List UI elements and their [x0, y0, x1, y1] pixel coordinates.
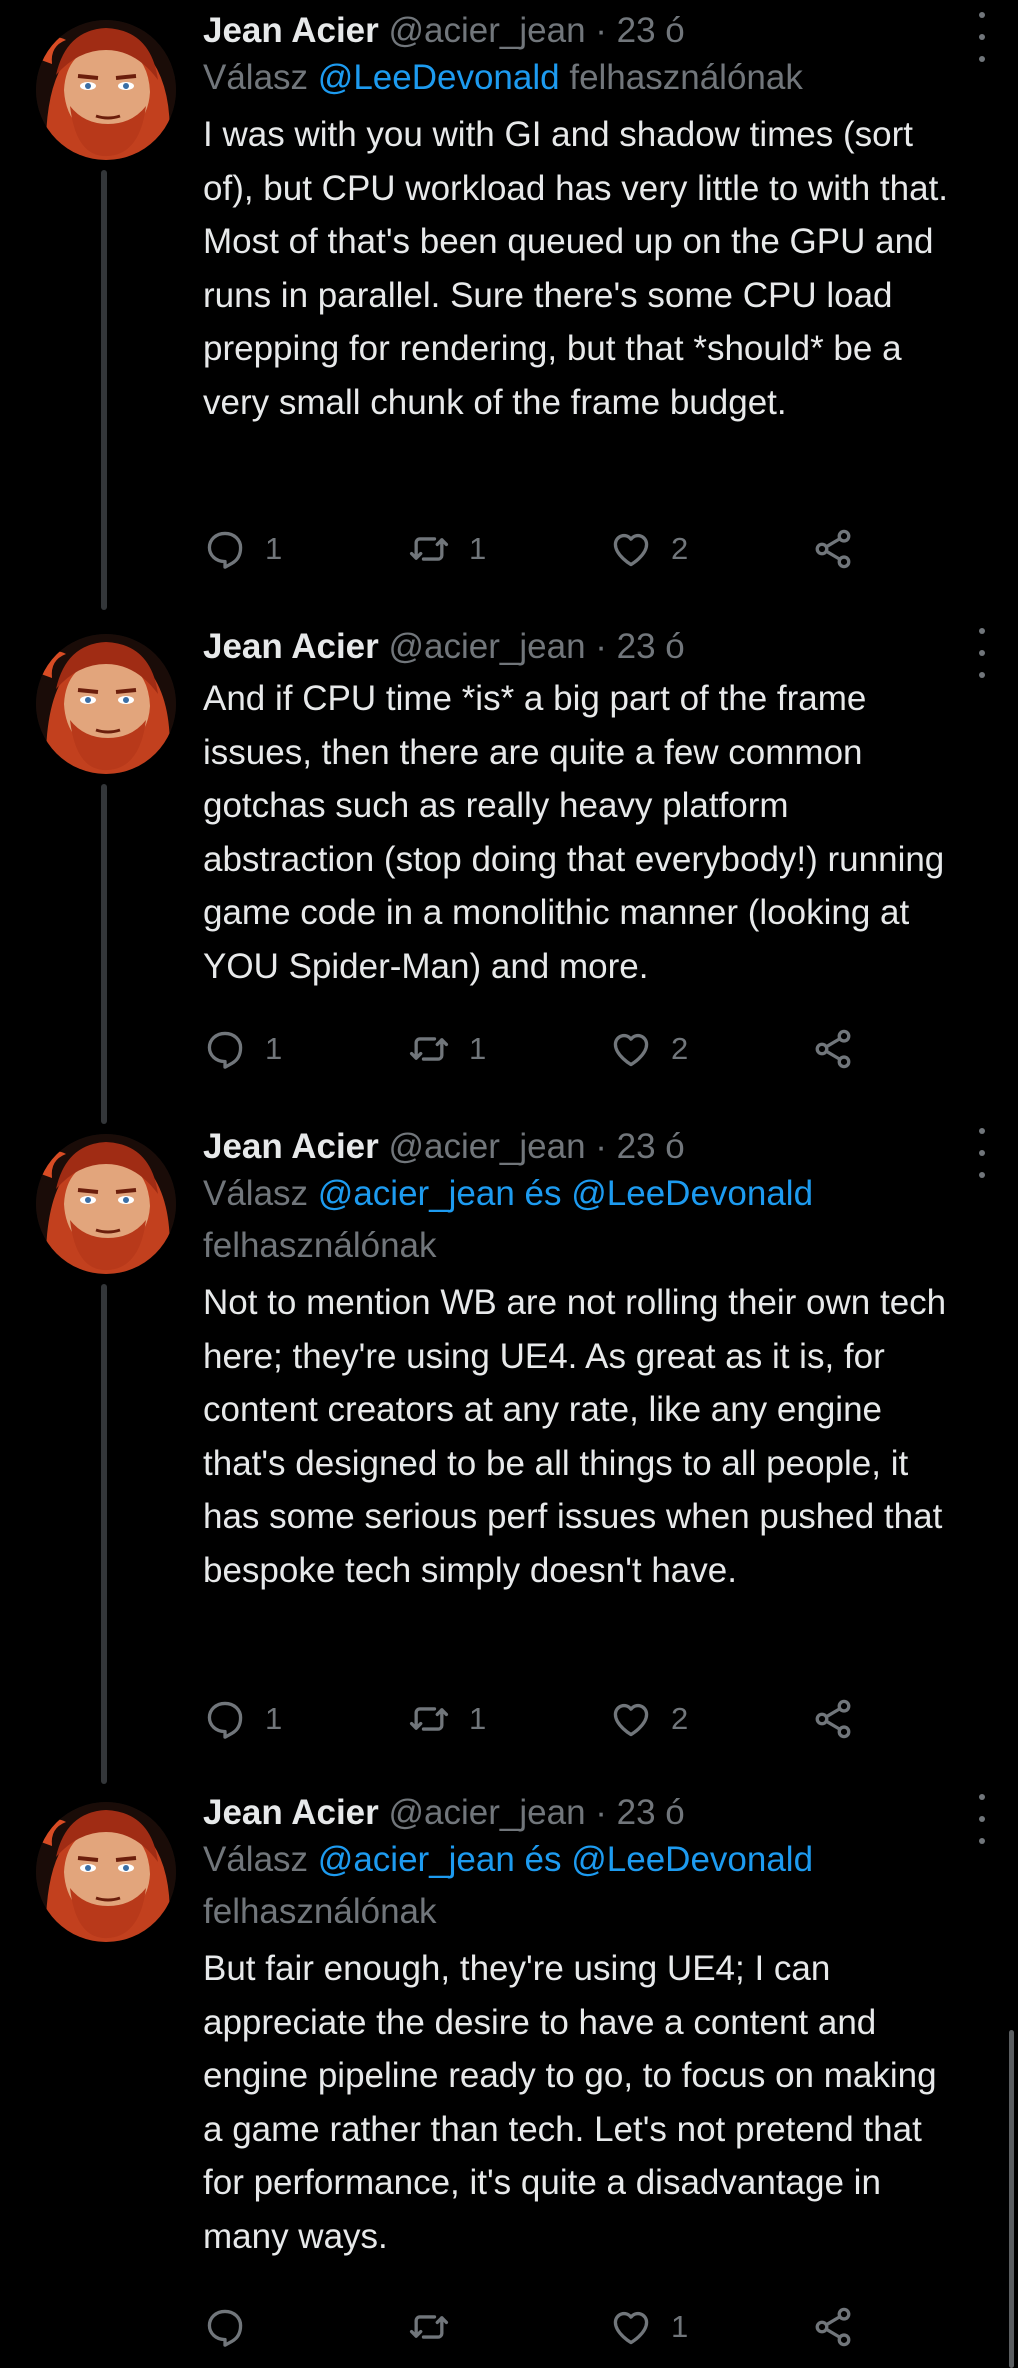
thread-line [101, 1284, 107, 1784]
tweet-text: And if CPU time *is* a big part of the f… [203, 679, 945, 986]
retweet-button[interactable] [407, 2302, 469, 2352]
scrollbar[interactable] [1009, 2030, 1014, 2368]
like-icon [609, 527, 653, 571]
share-button[interactable] [811, 1024, 855, 1074]
share-icon [811, 1027, 855, 1071]
timestamp[interactable]: 23 ó [617, 627, 685, 666]
like-button[interactable]: 1 [609, 2302, 688, 2352]
like-count: 2 [671, 531, 689, 566]
share-button[interactable] [811, 1694, 855, 1744]
reply-button[interactable]: 1 [203, 524, 282, 574]
reply-context: Válasz @acier_jean és @LeeDevonald felha… [203, 1168, 962, 1272]
avatar[interactable] [36, 634, 176, 774]
author-name[interactable]: Jean Acier [203, 11, 379, 50]
like-count: 1 [671, 2309, 689, 2344]
reply-mentions[interactable]: @acier_jean és @LeeDevonald [318, 1840, 813, 1879]
reply-mentions[interactable]: @acier_jean és @LeeDevonald [318, 1174, 813, 1213]
reply-count: 1 [265, 531, 283, 566]
reply-mentions[interactable]: @LeeDevonald [318, 58, 560, 97]
reply-prefix: Válasz [203, 1840, 309, 1879]
retweet-icon [407, 2305, 451, 2349]
reply-count: 1 [265, 1701, 283, 1736]
reply-icon [203, 1697, 247, 1741]
reply-context: Válasz @LeeDevonald felhasználónak [203, 52, 962, 104]
retweet-button[interactable]: 1 [407, 524, 486, 574]
more-icon[interactable] [970, 1794, 994, 1844]
tweet[interactable]: Jean Acier @acier_jean · 23 ó Válasz @Le… [0, 0, 1018, 610]
reply-icon [203, 2305, 247, 2349]
reply-count: 1 [265, 1031, 283, 1066]
reply-suffix: felhasználónak [203, 1226, 437, 1265]
like-button[interactable]: 2 [609, 1024, 688, 1074]
thread-line [101, 784, 107, 1124]
author-name[interactable]: Jean Acier [203, 1793, 379, 1832]
more-icon[interactable] [970, 12, 994, 62]
tweet-actions: 1 1 2 [203, 1694, 903, 1744]
timestamp[interactable]: 23 ó [617, 11, 685, 50]
like-icon [609, 2305, 653, 2349]
tweet-header: Jean Acier @acier_jean · 23 ó [203, 10, 962, 52]
more-icon[interactable] [970, 1128, 994, 1178]
reply-suffix: felhasználónak [569, 58, 803, 97]
tweet-header: Jean Acier @acier_jean · 23 ó [203, 1792, 962, 1834]
author-name[interactable]: Jean Acier [203, 627, 379, 666]
tweet-actions: 1 1 2 [203, 1024, 903, 1074]
share-button[interactable] [811, 2302, 855, 2352]
reply-button[interactable]: 1 [203, 1694, 282, 1744]
retweet-count: 1 [469, 531, 487, 566]
reply-suffix: felhasználónak [203, 1892, 437, 1931]
reply-icon [203, 1027, 247, 1071]
more-icon[interactable] [970, 628, 994, 678]
separator-dot: · [595, 1127, 607, 1166]
author-handle[interactable]: @acier_jean [389, 627, 586, 666]
tweet[interactable]: Jean Acier @acier_jean · 23 ó Válasz @ac… [0, 1114, 1018, 1784]
share-icon [811, 527, 855, 571]
retweet-icon [407, 1027, 451, 1071]
avatar[interactable] [36, 20, 176, 160]
reply-context: Válasz @acier_jean és @LeeDevonald felha… [203, 1834, 962, 1938]
like-button[interactable]: 2 [609, 524, 688, 574]
tweet[interactable]: Jean Acier @acier_jean · 23 ó Válasz @ac… [0, 1780, 1018, 2368]
retweet-button[interactable]: 1 [407, 1024, 486, 1074]
tweet-header: Jean Acier @acier_jean · 23 ó [203, 1126, 962, 1168]
timestamp[interactable]: 23 ó [617, 1127, 685, 1166]
timestamp[interactable]: 23 ó [617, 1793, 685, 1832]
tweet[interactable]: Jean Acier @acier_jean · 23 ó And if CPU… [0, 616, 1018, 1124]
like-icon [609, 1027, 653, 1071]
separator-dot: · [595, 1793, 607, 1832]
retweet-count: 1 [469, 1031, 487, 1066]
like-icon [609, 1697, 653, 1741]
share-button[interactable] [811, 524, 855, 574]
reply-icon [203, 527, 247, 571]
tweet-actions: 1 [203, 2302, 903, 2352]
tweet-text: Not to mention WB are not rolling their … [203, 1283, 947, 1590]
reply-button[interactable] [203, 2302, 265, 2352]
like-count: 2 [671, 1701, 689, 1736]
retweet-count: 1 [469, 1701, 487, 1736]
author-handle[interactable]: @acier_jean [389, 1127, 586, 1166]
reply-button[interactable]: 1 [203, 1024, 282, 1074]
retweet-button[interactable]: 1 [407, 1694, 486, 1744]
author-name[interactable]: Jean Acier [203, 1127, 379, 1166]
like-count: 2 [671, 1031, 689, 1066]
reply-prefix: Válasz [203, 1174, 309, 1213]
avatar[interactable] [36, 1134, 176, 1274]
like-button[interactable]: 2 [609, 1694, 688, 1744]
author-handle[interactable]: @acier_jean [389, 1793, 586, 1832]
share-icon [811, 2305, 855, 2349]
separator-dot: · [595, 627, 607, 666]
thread-line [101, 170, 107, 610]
reply-prefix: Válasz [203, 58, 309, 97]
separator-dot: · [595, 11, 607, 50]
avatar[interactable] [36, 1802, 176, 1942]
retweet-icon [407, 1697, 451, 1741]
author-handle[interactable]: @acier_jean [389, 11, 586, 50]
tweet-actions: 1 1 2 [203, 524, 903, 574]
tweet-text: I was with you with GI and shadow times … [203, 115, 949, 422]
tweet-header: Jean Acier @acier_jean · 23 ó [203, 626, 962, 668]
retweet-icon [407, 527, 451, 571]
tweet-text: But fair enough, they're using UE4; I ca… [203, 1949, 937, 2256]
share-icon [811, 1697, 855, 1741]
